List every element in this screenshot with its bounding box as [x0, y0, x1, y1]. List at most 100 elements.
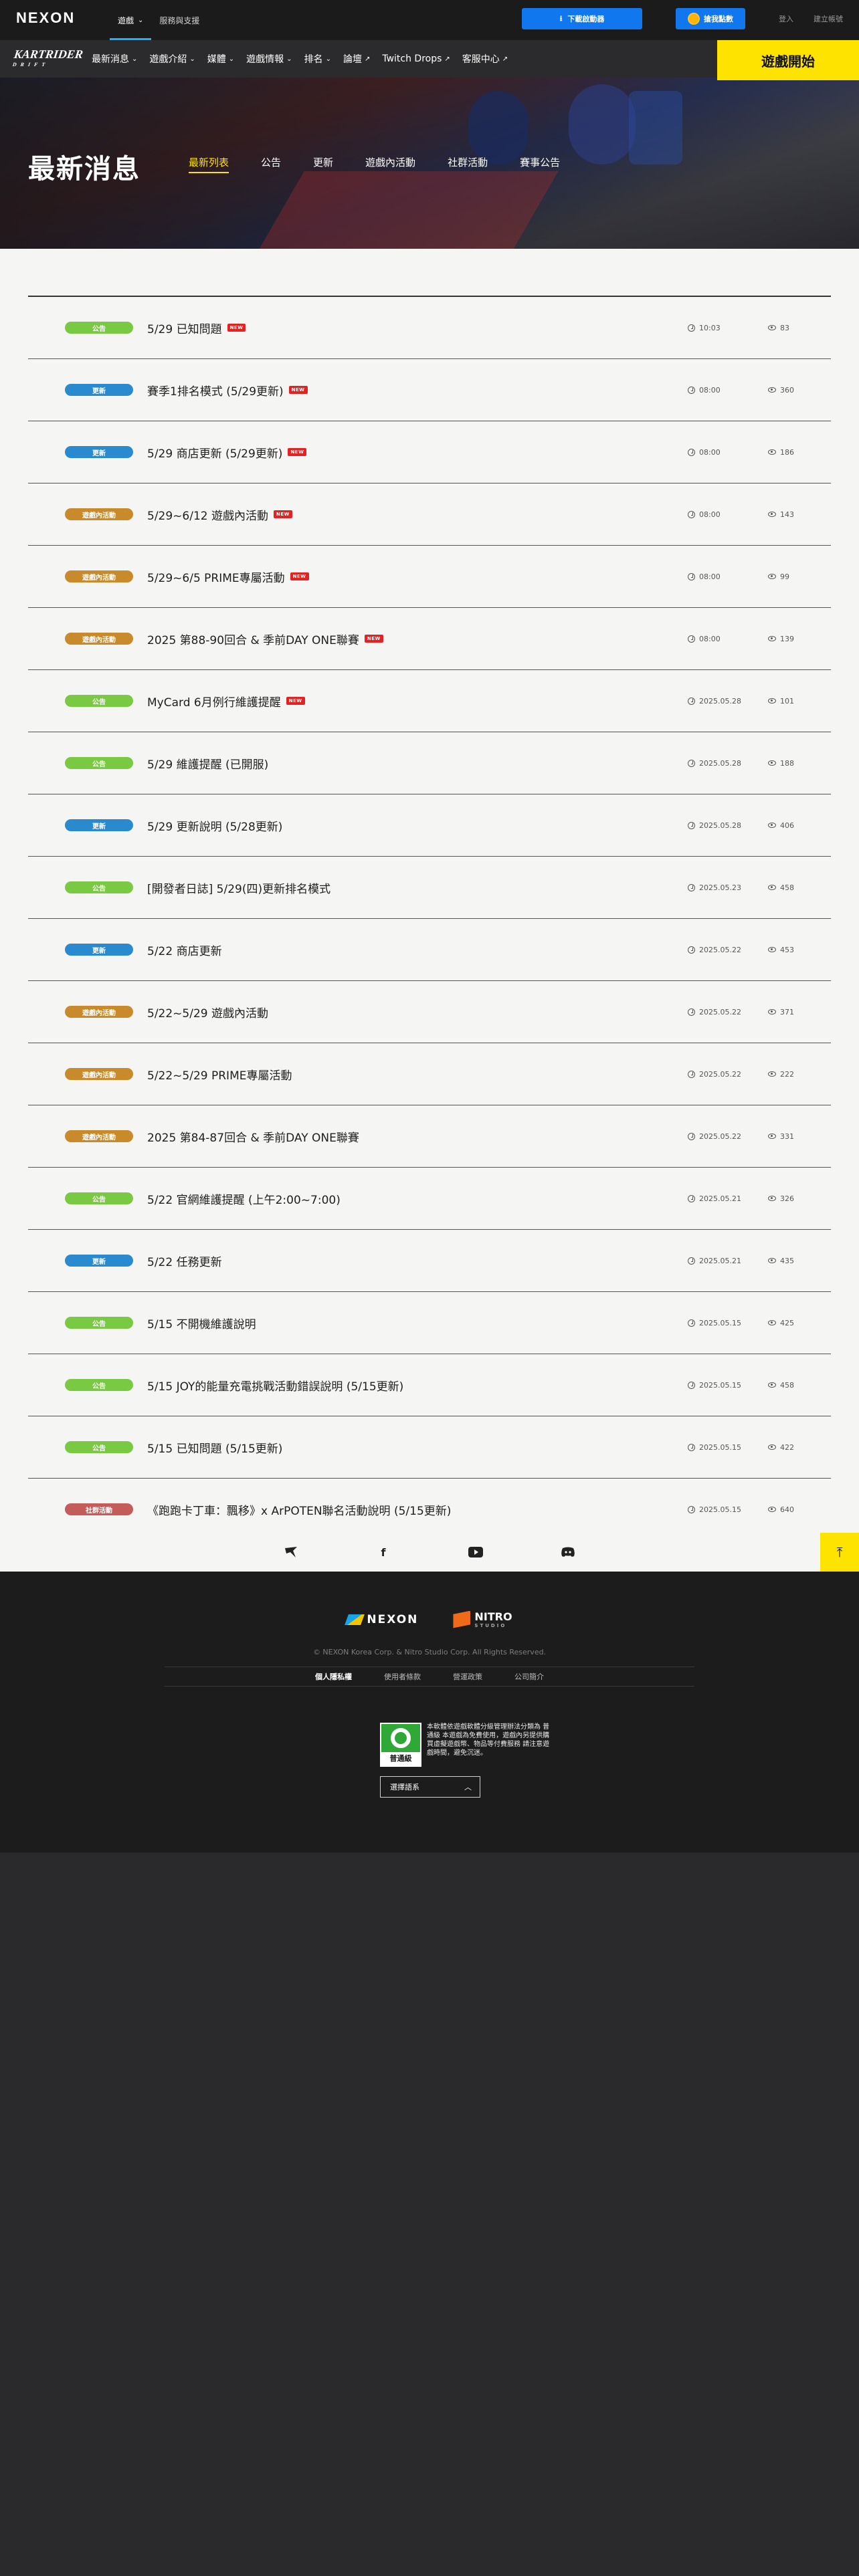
news-row[interactable]: 更新 賽季1排名模式 (5/29更新) NEW 08:00 360	[28, 359, 831, 421]
news-date-text: 2025.05.15	[699, 1505, 741, 1514]
gamenav-item-news[interactable]: 最新消息 ⌄	[86, 52, 143, 66]
gamenav-item-ranking[interactable]: 排名 ⌄	[298, 52, 337, 66]
tab-ingame-event[interactable]: 遊戲內活動	[365, 155, 430, 173]
news-views: 640	[768, 1505, 794, 1514]
tab-update[interactable]: 更新	[313, 155, 348, 173]
news-row[interactable]: 更新 5/22 商店更新 2025.05.22 453	[28, 919, 831, 981]
tab-tournament[interactable]: 賽事公告	[520, 155, 575, 173]
news-title-link[interactable]: 5/29 更新說明 (5/28更新)	[147, 817, 282, 834]
chevron-down-icon: ⌄	[325, 55, 331, 63]
news-title-link[interactable]: 5/29 已知問題 NEW	[147, 320, 246, 336]
external-link-icon: ↗	[502, 55, 508, 63]
news-title-link[interactable]: 《跑跑卡丁車：飄移》x ArPOTEN聯名活動說明 (5/15更新)	[147, 1501, 451, 1518]
news-row[interactable]: 公告 [開發者日誌] 5/29(四)更新排名模式 2025.05.23 458	[28, 857, 831, 919]
news-row[interactable]: 遊戲內活動 5/29~6/12 遊戲內活動 NEW 08:00 143	[28, 484, 831, 546]
footer-link-terms[interactable]: 使用者條款	[384, 1671, 421, 1682]
news-title-link[interactable]: 5/22~5/29 PRIME專屬活動	[147, 1066, 292, 1083]
news-title: 5/29~6/12 遊戲內活動	[147, 509, 268, 523]
news-row[interactable]: 遊戲內活動 2025 第88-90回合 & 季前DAY ONE聯賽 NEW 08:00…	[28, 608, 831, 670]
footer-link-company[interactable]: 公司簡介	[514, 1671, 544, 1682]
news-row[interactable]: 公告 5/29 維護提醒 (已開服) 2025.05.28 188	[28, 732, 831, 794]
news-row[interactable]: 遊戲內活動 5/22~5/29 PRIME專屬活動 2025.05.22 222	[28, 1043, 831, 1105]
login-link[interactable]: 登入	[779, 13, 793, 24]
new-badge: NEW	[364, 635, 383, 643]
footer-link-policy[interactable]: 營運政策	[453, 1671, 482, 1682]
discord-icon[interactable]	[559, 1543, 577, 1561]
news-title: 《跑跑卡丁車：飄移》x ArPOTEN聯名活動說明 (5/15更新)	[147, 1504, 452, 1518]
tab-latest[interactable]: 最新列表	[189, 155, 244, 173]
download-launcher-button[interactable]: ⭳ 下載啟動器	[522, 8, 642, 29]
news-row[interactable]: 公告 5/29 已知問題 NEW 10:03 83	[28, 297, 831, 359]
news-views-count: 422	[780, 1442, 794, 1452]
gamenav-item-label: 遊戲情報	[246, 54, 284, 65]
news-row[interactable]: 公告 5/22 官網維護提醒 (上午2:00~7:00) 2025.05.21 326	[28, 1168, 831, 1230]
banner-racer-art	[468, 91, 529, 165]
new-badge: NEW	[286, 697, 305, 705]
arrow-up-icon: ⤒	[836, 1544, 843, 1560]
gamenav-item-forum[interactable]: 論壇 ↗	[337, 52, 376, 66]
game-menu: 最新消息 ⌄ 遊戲介紹 ⌄ 媒體 ⌄ 遊戲情報 ⌄ 排名 ⌄ 論壇 ↗ Twitch Dro…	[86, 40, 514, 78]
gamenav-item-info[interactable]: 遊戲情報 ⌄	[240, 52, 298, 66]
kartrider-logo[interactable]: KARTRIDER DRIFT	[11, 47, 84, 71]
gamenav-item-media[interactable]: 媒體 ⌄	[201, 52, 240, 66]
news-title-link[interactable]: [開發者日誌] 5/29(四)更新排名模式	[147, 879, 330, 896]
news-title-link[interactable]: 賽季1排名模式 (5/29更新) NEW	[147, 382, 308, 399]
clock-icon	[688, 1443, 695, 1451]
youtube-icon[interactable]	[467, 1543, 484, 1561]
topnav-games[interactable]: 遊戲 ⌄	[110, 0, 152, 40]
category-badge: 更新	[65, 1255, 133, 1267]
news-title-link[interactable]: 5/29~6/5 PRIME專屬活動 NEW	[147, 568, 309, 585]
gamenav-item-support[interactable]: 客服中心 ↗	[456, 52, 514, 66]
news-row[interactable]: 社群活動 《跑跑卡丁車：飄移》x ArPOTEN聯名活動說明 (5/15更新) 20…	[28, 1479, 831, 1541]
news-title-link[interactable]: 5/22~5/29 遊戲內活動	[147, 1004, 268, 1021]
kart-icon[interactable]	[282, 1543, 300, 1561]
clock-icon	[688, 635, 695, 643]
news-row[interactable]: 遊戲內活動 5/22~5/29 遊戲內活動 2025.05.22 371	[28, 981, 831, 1043]
points-button[interactable]: 搶我點數	[676, 8, 745, 29]
gamenav-item-twitch[interactable]: Twitch Drops ↗	[376, 53, 456, 64]
news-row[interactable]: 遊戲內活動 2025 第84-87回合 & 季前DAY ONE聯賽 2025.05.…	[28, 1105, 831, 1168]
news-date-text: 2025.05.22	[699, 945, 741, 954]
gamenav-item-intro[interactable]: 遊戲介紹 ⌄	[143, 52, 201, 66]
news-date-text: 2025.05.15	[699, 1318, 741, 1327]
footer-link-privacy[interactable]: 個人隱私權	[315, 1671, 352, 1682]
news-views-count: 453	[780, 945, 794, 954]
news-title-link[interactable]: 5/22 任務更新	[147, 1253, 222, 1269]
news-row[interactable]: 公告 MyCard 6月例行維護提醒 NEW 2025.05.28 101	[28, 670, 831, 732]
language-select[interactable]: 選擇語系 ︿	[380, 1776, 480, 1798]
facebook-icon[interactable]: f	[375, 1543, 392, 1561]
topnav-support[interactable]: 服務與支援	[151, 0, 207, 40]
news-title-link[interactable]: MyCard 6月例行維護提醒 NEW	[147, 693, 305, 710]
scroll-to-top-button[interactable]: ⤒	[820, 1533, 859, 1572]
news-title-link[interactable]: 5/15 JOY的能量充電挑戰活動錯誤說明 (5/15更新)	[147, 1377, 403, 1394]
news-row[interactable]: 公告 5/15 已知問題 (5/15更新) 2025.05.15 422	[28, 1416, 831, 1479]
news-row[interactable]: 更新 5/29 更新說明 (5/28更新) 2025.05.28 406	[28, 794, 831, 857]
tab-community-event[interactable]: 社群活動	[448, 155, 502, 173]
news-title-link[interactable]: 5/29 商店更新 (5/29更新) NEW	[147, 444, 307, 461]
register-link[interactable]: 建立帳號	[814, 13, 843, 24]
rating-badge: 普通級	[380, 1723, 421, 1767]
news-title-link[interactable]: 5/29 維護提醒 (已開服)	[147, 755, 268, 772]
news-row[interactable]: 公告 5/15 不開機維護說明 2025.05.15 425	[28, 1292, 831, 1354]
news-date: 2025.05.23	[688, 883, 741, 892]
news-title-link[interactable]: 2025 第88-90回合 & 季前DAY ONE聯賽 NEW	[147, 631, 383, 647]
news-title-link[interactable]: 2025 第84-87回合 & 季前DAY ONE聯賽	[147, 1128, 359, 1145]
news-views: 360	[768, 386, 794, 395]
tab-notice[interactable]: 公告	[261, 155, 296, 173]
game-start-button[interactable]: 遊戲開始	[717, 40, 859, 80]
news-row[interactable]: 遊戲內活動 5/29~6/5 PRIME專屬活動 NEW 08:00 99	[28, 546, 831, 608]
news-row[interactable]: 更新 5/29 商店更新 (5/29更新) NEW 08:00 186	[28, 421, 831, 484]
news-title-link[interactable]: 5/15 不開機維護說明	[147, 1315, 256, 1331]
clock-icon	[688, 1008, 695, 1016]
news-title-link[interactable]: 5/15 已知問題 (5/15更新)	[147, 1439, 282, 1456]
news-title-link[interactable]: 5/22 官網維護提醒 (上午2:00~7:00)	[147, 1190, 341, 1207]
banner-kart-art	[629, 91, 682, 165]
news-date: 08:00	[688, 448, 721, 457]
news-row[interactable]: 公告 5/15 JOY的能量充電挑戰活動錯誤說明 (5/15更新) 2025.05.…	[28, 1354, 831, 1416]
news-title-link[interactable]: 5/29~6/12 遊戲內活動 NEW	[147, 506, 292, 523]
clock-icon	[688, 759, 695, 767]
category-badge: 更新	[65, 384, 133, 396]
news-title-link[interactable]: 5/22 商店更新	[147, 942, 222, 958]
news-row[interactable]: 更新 5/22 任務更新 2025.05.21 435	[28, 1230, 831, 1292]
nexon-logo[interactable]: NEXON	[16, 9, 75, 27]
